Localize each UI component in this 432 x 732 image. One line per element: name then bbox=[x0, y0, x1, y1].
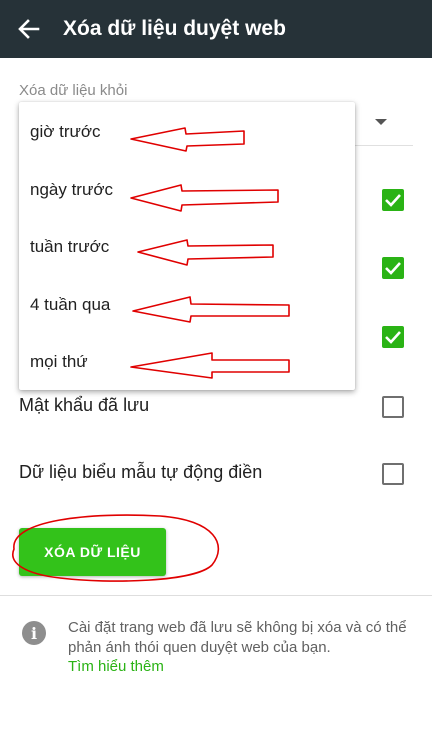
checkbox-checked[interactable] bbox=[382, 257, 404, 279]
divider bbox=[0, 595, 432, 596]
learn-more-link[interactable]: Tìm hiểu thêm bbox=[68, 658, 164, 675]
checkmark-icon bbox=[385, 194, 401, 207]
dropdown-option-past-day[interactable]: ngày trước bbox=[19, 162, 355, 220]
dropdown-option-all-time[interactable]: mọi thứ bbox=[19, 334, 355, 392]
checkbox-checked[interactable] bbox=[382, 189, 404, 211]
dropdown-option-last-4-weeks[interactable]: 4 tuần qua bbox=[19, 277, 355, 335]
dropdown-option-label: ngày trước bbox=[30, 180, 113, 199]
back-button[interactable] bbox=[14, 14, 44, 44]
checkbox-checked[interactable] bbox=[382, 326, 404, 348]
dropdown-option-label: mọi thứ bbox=[30, 352, 88, 371]
dropdown-option-label: giờ trước bbox=[30, 122, 101, 141]
info-glyph: i bbox=[30, 624, 38, 643]
checkbox-unchecked[interactable] bbox=[382, 396, 404, 418]
checkmark-icon bbox=[385, 331, 401, 344]
clear-from-label: Xóa dữ liệu khỏi bbox=[19, 82, 128, 99]
app-bar: Xóa dữ liệu duyệt web bbox=[0, 0, 432, 58]
clear-data-button[interactable]: XÓA DỮ LIỆU bbox=[19, 528, 166, 576]
checkbox-label: Mật khẩu đã lưu bbox=[19, 395, 150, 415]
dropdown-arrow-icon bbox=[375, 119, 387, 125]
arrow-back-icon bbox=[18, 19, 40, 39]
checkmark-icon bbox=[385, 262, 401, 275]
dropdown-option-past-hour[interactable]: giờ trước bbox=[19, 104, 355, 162]
checkbox-unchecked[interactable] bbox=[382, 463, 404, 485]
dropdown-option-past-week[interactable]: tuần trước bbox=[19, 219, 355, 277]
page-title: Xóa dữ liệu duyệt web bbox=[63, 17, 286, 40]
dropdown-option-label: 4 tuần qua bbox=[30, 295, 111, 314]
checkbox-label: Dữ liệu biểu mẫu tự động điền bbox=[19, 462, 263, 482]
clear-data-button-label: XÓA DỮ LIỆU bbox=[44, 544, 141, 560]
info-note: Cài đặt trang web đã lưu sẽ không bị xóa… bbox=[68, 619, 407, 656]
dropdown-option-label: tuần trước bbox=[30, 237, 110, 256]
time-range-dropdown-menu: giờ trước ngày trước tuần trước 4 tuần q… bbox=[19, 102, 355, 390]
checkbox-row-autofill-data[interactable]: Dữ liệu biểu mẫu tự động điền bbox=[0, 444, 432, 504]
info-icon: i bbox=[22, 621, 46, 645]
